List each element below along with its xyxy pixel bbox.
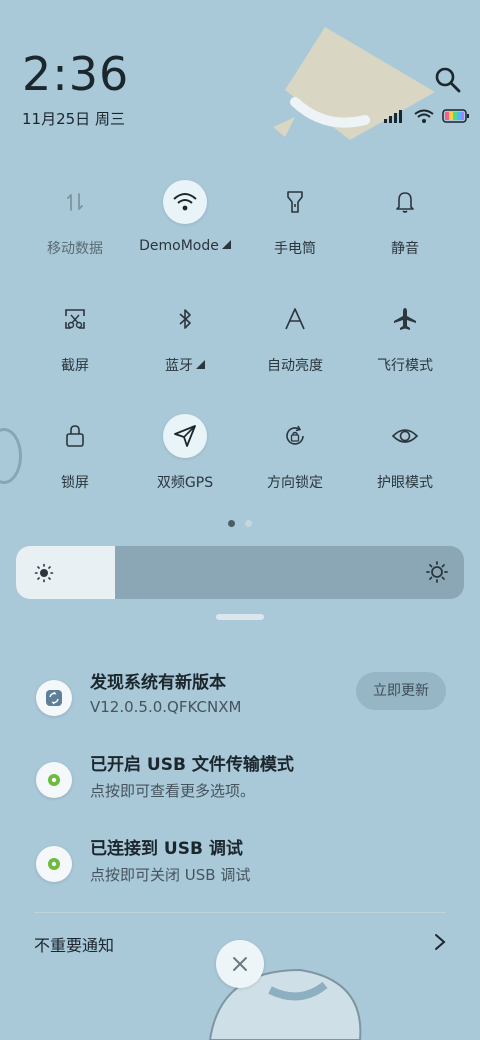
tile-label: DemoMode [139,238,219,254]
bell-icon [383,180,427,224]
page-indicator [228,520,252,527]
tile-label-row: DemoMode [130,238,240,254]
notification-title: 已连接到 USB 调试 [90,839,243,859]
tile-mute[interactable]: 静音 [350,170,460,280]
bluetooth-icon [163,297,207,341]
divider [34,912,446,913]
chevron-right-icon[interactable] [432,932,448,956]
tile-label: 方向锁定 [267,475,323,491]
signal-icon [384,108,406,127]
page-dot [245,520,252,527]
brightness-high-icon [426,561,448,583]
wifi-icon [414,108,434,127]
notification-title: 已开启 USB 文件传输模式 [90,755,294,775]
data-arrows-icon [53,180,97,224]
tile-label: 飞行模式 [377,358,433,374]
notification-usb-file-transfer[interactable]: 已开启 USB 文件传输模式 点按即可查看更多选项。 [36,750,448,810]
tile-dual-gps[interactable]: 双频GPS [130,404,240,514]
brightness-low-icon [34,563,54,583]
airplane-icon [383,297,427,341]
lock-icon [53,414,97,458]
tile-screenshot[interactable]: 截屏 [20,287,130,397]
tile-label: 手电筒 [274,241,316,257]
brightness-slider[interactable] [16,546,464,599]
status-bar [384,108,470,127]
update-icon [36,680,72,716]
screenshot-icon [53,297,97,341]
android-settings-icon [36,846,72,882]
search-icon[interactable] [434,66,462,94]
update-now-button[interactable]: 立即更新 [356,672,446,710]
tile-lock-screen[interactable]: 锁屏 [20,404,130,514]
android-settings-icon [36,762,72,798]
notification-title: 发现系统有新版本 [90,673,226,693]
tile-demomode[interactable]: DemoMode [130,170,240,280]
wallpaper-edge-shape [0,428,22,484]
location-icon [163,414,207,458]
page-dot-active [228,520,235,527]
flashlight-icon [273,180,317,224]
tile-label: 蓝牙 [165,358,193,374]
tile-label: 护眼模式 [377,475,433,491]
unimportant-notifications-label[interactable]: 不重要通知 [34,932,114,956]
auto-brightness-icon [273,297,317,341]
eye-icon [383,414,427,458]
tile-auto-brightness[interactable]: 自动亮度 [240,287,350,397]
rotation-lock-icon [273,414,317,458]
notification-subtitle: 点按即可查看更多选项。 [90,782,256,800]
tile-label: 自动亮度 [267,358,323,374]
clock-date: 11月25日 周三 [22,110,125,128]
tile-eye-care[interactable]: 护眼模式 [350,404,460,514]
tile-airplane[interactable]: 飞行模式 [350,287,460,397]
expand-triangle-icon[interactable] [221,240,231,249]
tile-label: 截屏 [61,358,89,374]
tile-label-row: 蓝牙 [130,355,240,375]
notification-usb-debugging[interactable]: 已连接到 USB 调试 点按即可关闭 USB 调试 [36,834,448,894]
tile-flashlight[interactable]: 手电筒 [240,170,350,280]
battery-icon [442,108,470,127]
tile-rotation-lock[interactable]: 方向锁定 [240,404,350,514]
tile-mobile-data[interactable]: 移动数据 [20,170,130,280]
tile-bluetooth[interactable]: 蓝牙 [130,287,240,397]
clock-time: 2:36 [22,47,130,101]
clock-block: 2:36 11月25日 周三 [22,48,129,129]
panel-drag-handle[interactable] [216,614,264,620]
tile-label: 锁屏 [61,475,89,491]
expand-triangle-icon[interactable] [196,360,205,369]
tile-label: 静音 [391,241,419,257]
clear-all-button[interactable] [216,940,264,988]
wifi-icon [163,180,207,224]
tile-label: 双频GPS [156,475,214,491]
brightness-fill [16,546,115,599]
close-icon [233,957,247,971]
notification-subtitle: V12.0.5.0.QFKCNXM [90,698,242,716]
notification-subtitle: 点按即可关闭 USB 调试 [90,866,251,884]
tile-label: 移动数据 [47,241,103,257]
